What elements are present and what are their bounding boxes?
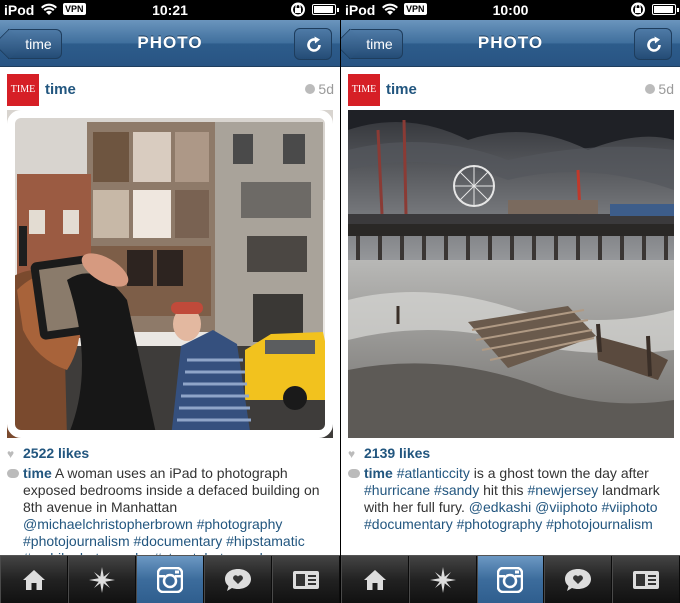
speech-bubble-heart-icon (565, 568, 592, 591)
caption-part[interactable]: @edkashi (469, 499, 531, 515)
post-age: 5d (645, 81, 674, 97)
caption-part[interactable]: #atlanticcity (397, 465, 470, 481)
id-card-icon (633, 570, 660, 589)
caption-part[interactable]: #photojournalism (546, 516, 653, 532)
refresh-button[interactable] (294, 28, 332, 60)
status-bar: iPod VPN 10:00 (341, 0, 680, 20)
tab-explore[interactable] (408, 556, 477, 603)
comment-bubble-icon (7, 469, 19, 478)
back-button[interactable]: time (8, 29, 62, 59)
clock-icon (305, 84, 316, 94)
post-username[interactable]: time (386, 81, 417, 98)
caption-part[interactable]: @viiphoto (535, 499, 597, 515)
nav-bar: time PHOTO (341, 20, 680, 67)
caption-part[interactable]: #photography (457, 516, 543, 532)
house-icon (23, 569, 45, 590)
back-button[interactable]: time (349, 29, 403, 59)
caption-part: is a ghost town the day after (469, 465, 649, 481)
camera-icon (157, 566, 183, 593)
tab-profile[interactable] (272, 556, 340, 603)
caption-part[interactable]: #sandy (434, 482, 479, 498)
speech-bubble-heart-icon (225, 568, 251, 591)
screen-right: iPod VPN 10:00 time PHOTO TIME time 5d ♥… (340, 0, 680, 603)
star-icon (89, 566, 115, 593)
refresh-icon (647, 36, 661, 52)
tab-profile[interactable] (612, 556, 680, 603)
battery-icon (312, 4, 339, 15)
rotation-lock-icon (630, 2, 646, 17)
caption-text: A woman uses an iPad to photograph expos… (23, 465, 320, 515)
nav-bar: time PHOTO (0, 20, 340, 67)
tab-explore[interactable] (68, 556, 136, 603)
heart-icon: ♥ (7, 447, 15, 461)
refresh-icon (307, 36, 321, 52)
post-age-label: 5d (318, 81, 334, 97)
tab-home[interactable] (0, 556, 68, 603)
tab-camera[interactable] (136, 556, 204, 603)
likes-count[interactable]: ♥ 2522 likes (7, 445, 89, 461)
post-header: TIME time 5d (0, 68, 340, 110)
heart-icon: ♥ (348, 447, 356, 461)
tab-bar (341, 555, 680, 603)
camera-icon (497, 566, 524, 593)
tab-news[interactable] (204, 556, 272, 603)
back-button-label: time (25, 36, 52, 52)
post-photo[interactable] (348, 110, 674, 438)
caption-part[interactable]: #newjersey (527, 482, 598, 498)
likes-count[interactable]: ♥ 2139 likes (348, 445, 430, 461)
tab-home[interactable] (341, 556, 409, 603)
likes-label: 2139 likes (364, 445, 431, 461)
status-bar: iPod VPN 10:21 (0, 0, 340, 20)
time-avatar[interactable]: TIME (7, 74, 39, 106)
caption-part[interactable]: #viiphoto (602, 499, 658, 515)
caption-author[interactable]: time (23, 465, 52, 481)
battery-icon (652, 4, 679, 15)
time-avatar[interactable]: TIME (348, 74, 380, 106)
comment-bubble-icon (348, 469, 360, 478)
rotation-lock-icon (290, 2, 306, 17)
clock-icon (645, 84, 656, 94)
caption: time #atlanticcity is a ghost town the d… (348, 465, 676, 532)
house-icon (363, 569, 386, 590)
post-header: TIME time 5d (341, 68, 680, 110)
tab-camera[interactable] (476, 556, 545, 603)
caption-part[interactable]: #documentary (364, 516, 453, 532)
post-photo[interactable] (7, 110, 333, 438)
id-card-icon (293, 570, 319, 589)
post-age: 5d (305, 81, 334, 97)
post-age-label: 5d (658, 81, 674, 97)
caption-author[interactable]: time (364, 465, 393, 481)
caption: time A woman uses an iPad to photograph … (7, 465, 335, 566)
star-icon (429, 566, 456, 593)
status-clock: 10:21 (152, 2, 188, 18)
post-username[interactable]: time (45, 81, 76, 98)
screen-left: iPod VPN 10:21 time PHOTO TIME time 5d ♥… (0, 0, 340, 603)
tab-bar (0, 555, 340, 603)
back-button-label: time (366, 36, 393, 52)
likes-label: 2522 likes (23, 445, 90, 461)
tab-news[interactable] (544, 556, 613, 603)
caption-part[interactable]: #hurricane (364, 482, 430, 498)
caption-part: hit this (479, 482, 528, 498)
refresh-button[interactable] (634, 28, 672, 60)
